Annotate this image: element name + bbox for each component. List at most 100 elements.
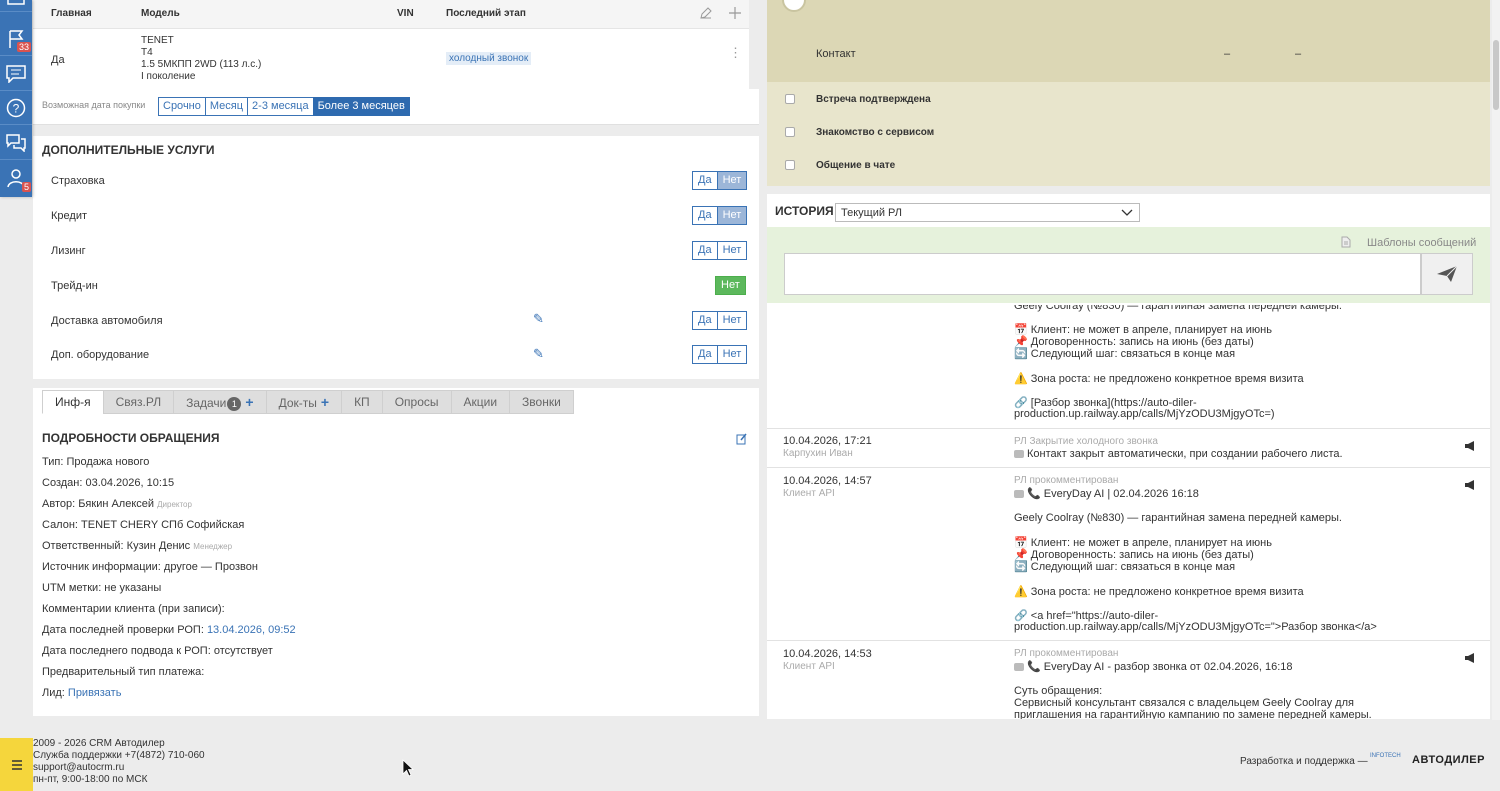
add-icon[interactable] [728,6,742,20]
rop-check-value[interactable]: 13.04.2026, 09:52 [207,624,296,636]
menu-button[interactable] [0,738,33,791]
tab-surveys[interactable]: Опросы [381,390,452,414]
entry2-author: Клиент API [783,488,835,499]
tab-info[interactable]: Инф-я [42,390,104,414]
entry2-ts: 10.04.2026, 14:57 [783,475,872,487]
entry2-next: 🔄 Следующий шаг: связаться в конце мая [1014,560,1235,573]
add-task-icon[interactable]: + [245,394,253,410]
left-sidebar: 33 ? 5 [0,0,32,197]
toggle-no[interactable]: Нет [716,242,747,259]
history-growth: ⚠️ Зона роста: не предложено конкретное … [1014,372,1304,385]
help-icon: ? [6,98,26,117]
history-select[interactable]: Текущий РЛ [835,203,1140,222]
contact-dash-2: – [1295,48,1302,60]
model-row-main: Да [51,54,65,66]
author-name: Автор: Бякин Алексей [42,498,155,510]
services-title: ДОПОЛНИТЕЛЬНЫЕ УСЛУГИ [42,143,215,157]
toggle-yes[interactable]: Да [693,172,717,189]
toggle-no[interactable]: Нет [716,312,747,329]
toggle-yes[interactable]: Да [693,207,717,224]
phone-icon: 📞 [1027,488,1041,500]
tab-linked-rl[interactable]: Связ.РЛ [102,390,175,414]
sidebar-item-flags[interactable]: 33 [0,22,32,56]
toggle-credit: Да Нет [692,206,748,225]
edit-icon[interactable] [699,6,713,20]
tasks-count-badge: 1 [227,397,242,411]
detail-type: Тип: Продажа нового [42,456,150,468]
warning-icon: ⚠️ [1014,586,1028,598]
entry1-text-value: Контакт закрыт автоматически, при создан… [1027,448,1343,460]
toggle-no[interactable]: Нет [716,207,747,224]
detail-lead: Лид: Привязать [42,687,121,699]
add-doc-icon[interactable]: + [321,394,329,410]
toggle-no[interactable]: Нет [716,277,745,294]
message-input[interactable] [784,253,1421,295]
toggle-no[interactable]: Нет [716,172,747,189]
scrollbar-thumb[interactable] [1493,40,1499,110]
entry3-s2: Сервисный консультант связался с владель… [1014,697,1354,709]
sidebar-item-chats[interactable] [0,126,32,160]
megaphone-icon [1465,480,1474,490]
toggle-equipment: Да Нет [692,345,748,364]
tab-promos[interactable]: Акции [450,390,511,414]
entry3-s3: приглашения на гарантийную кампанию по з… [1014,709,1372,719]
pencil-icon[interactable]: ✎ [533,346,544,362]
refresh-icon: 🔄 [1014,348,1028,360]
comment-icon [1014,450,1024,459]
sidebar-item-inbox[interactable] [0,0,32,12]
send-button[interactable] [1421,253,1473,295]
sidebar-item-help[interactable]: ? [0,91,32,125]
contact-dash-1: – [1224,48,1231,60]
message-icon [6,64,26,83]
detail-rop-check: Дата последней проверки РОП: 13.04.2026,… [42,624,296,636]
megaphone-icon [1465,653,1474,663]
toggle-no[interactable]: Нет [716,346,747,363]
pencil-icon[interactable]: ✎ [533,311,544,327]
model-line-2: T4 [141,47,153,58]
tab-docs[interactable]: Док-ты + [265,390,343,414]
checkbox-meeting[interactable] [785,94,795,104]
service-leasing: Лизинг [51,245,86,257]
entry2-growth: ⚠️ Зона роста: не предложено конкретное … [1014,585,1304,598]
purchase-label: Возможная дата покупки [42,100,146,110]
comment-icon [1014,663,1024,672]
lead-link[interactable]: Привязать [68,687,122,699]
detail-payment: Предварительный тип платежа: [42,666,205,678]
checkbox-service[interactable] [785,127,795,137]
entry3-head-value: EveryDay AI - разбор звонка от 02.04.202… [1043,661,1293,673]
tab-label: Опросы [394,395,439,409]
purchase-option-urgent[interactable]: Срочно [158,97,206,116]
templates-link[interactable]: Шаблоны сообщений [1367,237,1476,249]
toggle-yes[interactable]: Да [693,242,717,259]
chat-icon [6,133,26,152]
model-line-3: 1.5 5МКПП 2WD (113 л.с.) [141,59,262,70]
check-chat-label: Общение в чате [816,160,896,171]
sidebar-item-users[interactable]: 5 [0,161,32,195]
toggle-yes[interactable]: Да [693,312,717,329]
footer-email[interactable]: support@autocrm.ru [33,762,124,773]
tab-kp[interactable]: КП [341,390,383,414]
detail-author: Автор: Бякин Алексей Директор [42,498,192,510]
stage-badge: холодный звонок [446,52,532,65]
toggle-leasing: Да Нет [692,241,748,260]
footer-logo: АВТОДИЛЕР [1412,754,1485,766]
edit-details-icon[interactable] [736,433,748,445]
purchase-option-3plus[interactable]: Более 3 месяцев [312,97,410,116]
history-title: ИСТОРИЯ [775,204,834,218]
tab-tasks[interactable]: Задачи 1 + [173,390,267,414]
flag-count-badge: 33 [16,42,31,52]
service-insurance: Страховка [51,175,105,187]
entry3-s1: Суть обращения: [1014,685,1103,697]
purchase-option-month[interactable]: Месяц [204,97,249,116]
tab-calls[interactable]: Звонки [509,390,574,414]
detail-source: Источник информации: другое — Прозвон [42,561,258,573]
service-credit: Кредит [51,210,88,222]
entry3-head: 📞 EveryDay AI - разбор звонка от 02.04.2… [1014,660,1293,673]
sidebar-item-messages[interactable] [0,57,32,91]
purchase-option-2-3[interactable]: 2-3 месяца [247,97,314,116]
toggle-yes[interactable]: Да [693,346,717,363]
detail-created: Создан: 03.04.2026, 10:15 [42,477,175,489]
checkbox-chat[interactable] [785,160,795,170]
col-stage: Последний этап [446,8,526,19]
kebab-icon[interactable]: ⋮ [729,46,742,59]
